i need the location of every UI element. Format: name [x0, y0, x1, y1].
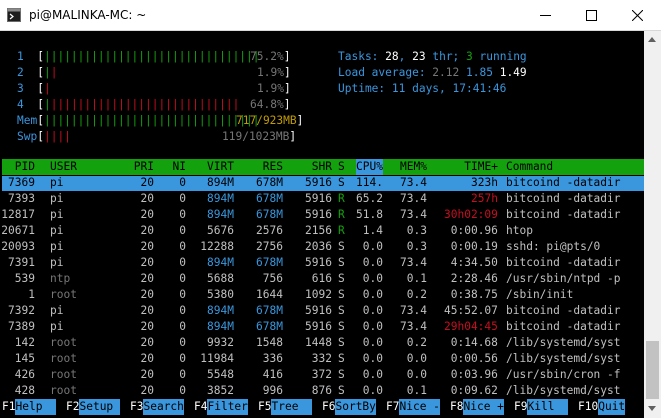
fkey-number: F3	[130, 400, 144, 413]
header-mem[interactable]: MEM%	[400, 159, 427, 175]
table-row[interactable]	[2, 223, 644, 239]
terminal-app-icon	[7, 8, 21, 22]
table-row[interactable]	[2, 287, 644, 303]
maximize-button[interactable]	[569, 0, 615, 31]
fkey-number: F1	[2, 400, 16, 413]
fkey-f1[interactable]: F1Help	[2, 399, 56, 415]
fkey-number: F10	[578, 400, 599, 413]
minimize-icon	[540, 15, 551, 16]
scroll-up-icon[interactable]	[648, 37, 656, 42]
swap-meter-value: 119/1023MB]	[222, 130, 297, 143]
fkey-f7[interactable]: F7Nice -	[386, 399, 440, 415]
cpu-meter-1: 1 [||||||||||||||||||||||||||||||||	[17, 50, 260, 63]
fkey-number: F4	[194, 400, 208, 413]
table-row[interactable]	[2, 255, 644, 271]
fkey-label: Nice -	[399, 399, 440, 415]
fkey-number: F5	[258, 400, 272, 413]
scrollbar[interactable]	[644, 31, 661, 418]
table-row[interactable]	[2, 207, 644, 223]
fkey-f4[interactable]: F4Filter	[194, 399, 248, 415]
cpu-meter-2-pct: 1.9%]	[257, 66, 291, 79]
window-title: pi@MALINKA-MC: ~	[29, 8, 147, 22]
cpu-meter-2: 2 [||	[17, 66, 58, 79]
fkey-label: Kill	[527, 399, 568, 415]
title-bar: pi@MALINKA-MC: ~	[0, 0, 661, 31]
header-ni[interactable]: NI	[173, 159, 186, 175]
header-shr[interactable]: SHR	[312, 159, 332, 175]
cpu-meter-1-pct: 75.2%]	[250, 50, 291, 63]
tasks-summary: Tasks: 28, 23 thr; 3 running	[338, 50, 527, 63]
fkey-number: F2	[66, 400, 80, 413]
header-state[interactable]: S	[338, 159, 345, 175]
header-time[interactable]: TIME+	[464, 159, 498, 175]
fkey-f10[interactable]: F10Quit	[578, 399, 626, 415]
header-command[interactable]: Command	[506, 159, 553, 175]
fkey-label: Filter	[207, 399, 248, 415]
fkey-label: Nice +	[463, 399, 504, 415]
fkey-label: SortBy	[335, 399, 376, 415]
fkey-number: F6	[322, 400, 336, 413]
table-row[interactable]	[2, 351, 644, 367]
cpu-meter-3: 3 [|	[17, 82, 51, 95]
fkey-label: Quit	[598, 399, 626, 415]
fkey-label: Help	[15, 399, 56, 415]
cpu-meter-4: 4 [|||||||||||||||||||||||||||||	[17, 98, 240, 111]
maximize-icon	[586, 10, 597, 21]
header-pid[interactable]: PID	[15, 159, 35, 175]
table-row[interactable]	[2, 383, 644, 399]
table-row[interactable]	[2, 239, 644, 255]
fkey-number: F7	[386, 400, 400, 413]
header-pri[interactable]: PRI	[134, 159, 154, 175]
table-row[interactable]	[2, 191, 644, 207]
scrollbar-thumb[interactable]	[646, 341, 659, 399]
scroll-down-icon[interactable]	[648, 406, 656, 411]
fkey-f6[interactable]: F6SortBy	[322, 399, 376, 415]
mem-meter-value: 717/923MB]	[236, 114, 304, 127]
header-cpu[interactable]: CPU%	[356, 159, 383, 175]
table-row[interactable]	[2, 175, 644, 191]
fkey-f5[interactable]: F5Tree	[258, 399, 312, 415]
close-icon	[632, 10, 643, 21]
cpu-meter-3-pct: 1.9%]	[257, 82, 291, 95]
fkey-f9[interactable]: F9Kill	[514, 399, 568, 415]
header-virt[interactable]: VIRT	[207, 159, 234, 175]
mem-meter: Mem[||||||||||||||||||||||||||||||||	[17, 114, 260, 127]
minimize-button[interactable]	[523, 0, 569, 31]
fkey-f3[interactable]: F3Search	[130, 399, 184, 415]
swap-meter: Swp[||||	[17, 130, 71, 143]
fkey-label: Setup	[79, 399, 120, 415]
fkey-label: Search	[143, 399, 184, 415]
header-user[interactable]: USER	[50, 159, 77, 175]
function-key-bar: F1Help F2Setup F3Search F4Filter F5Tree F6…	[2, 399, 644, 415]
header-res[interactable]: RES	[263, 159, 283, 175]
table-row[interactable]	[2, 271, 644, 287]
table-row[interactable]	[2, 319, 644, 335]
table-row[interactable]	[2, 335, 644, 351]
table-row[interactable]	[2, 367, 644, 383]
cpu-meter-4-pct: 64.8%]	[250, 98, 291, 111]
load-average: Load average: 2.12 1.85 1.49	[338, 66, 527, 79]
fkey-f8[interactable]: F8Nice +	[450, 399, 504, 415]
fkey-number: F9	[514, 400, 528, 413]
fkey-label: Tree	[271, 399, 312, 415]
table-row[interactable]	[2, 303, 644, 319]
uptime: Uptime: 11 days, 17:41:46	[338, 82, 507, 95]
fkey-number: F8	[450, 400, 464, 413]
close-button[interactable]	[615, 0, 661, 31]
fkey-f2[interactable]: F2Setup	[66, 399, 120, 415]
terminal-area[interactable]: 1 [|||||||||||||||||||||||||||||||| 75.2…	[2, 31, 644, 418]
